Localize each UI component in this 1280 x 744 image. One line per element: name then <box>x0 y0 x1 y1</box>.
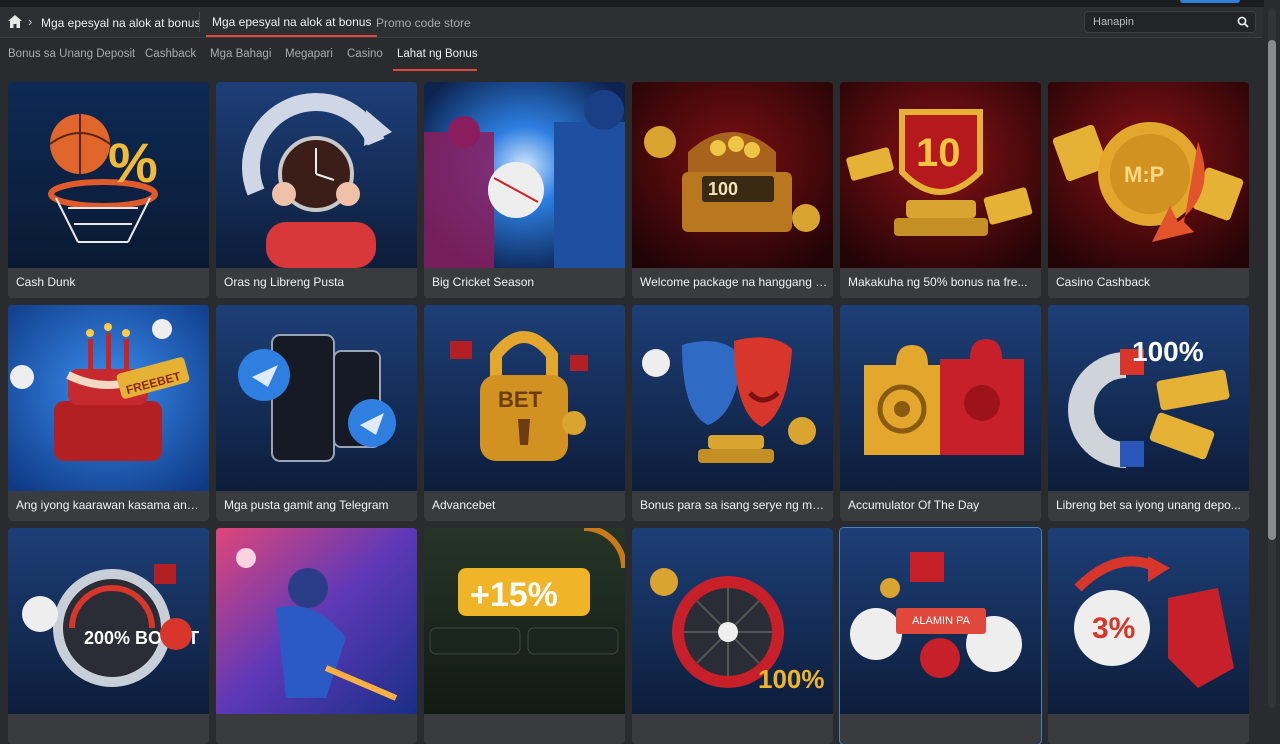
search-icon[interactable] <box>1237 16 1249 28</box>
home-icon[interactable] <box>8 15 22 28</box>
bonus-card-upi-jeton[interactable]: +15% <box>424 528 625 744</box>
tab-cashback[interactable]: Cashback <box>145 48 196 60</box>
tab-casino[interactable]: Casino <box>347 48 383 60</box>
bonus-card-accumulator-of-the-day[interactable]: Accumulator Of The Day <box>840 305 1041 521</box>
tile-text: 3% <box>1092 612 1135 645</box>
bonus-card-goalkeeper[interactable]: 3% <box>1048 528 1249 744</box>
learn-more-button[interactable]: ALAMIN PA <box>896 608 986 634</box>
bonus-card-advancebet[interactable]: BET Advancebet <box>424 305 625 521</box>
tile-text: 100% <box>758 664 825 694</box>
card-title: Big Cricket Season <box>432 275 535 289</box>
bonus-card-wheel[interactable]: 100% <box>632 528 833 744</box>
cricket-player-icon <box>216 528 417 714</box>
bonus-card-cricket-player[interactable] <box>216 528 417 744</box>
tab-first-deposit[interactable]: Bonus sa Unang Deposit <box>8 48 135 60</box>
trophy-icon: 10 <box>840 82 1041 268</box>
bonus-card-50-percent-bonus[interactable]: 10 Makakuha ng 50% bonus na fre... <box>840 82 1041 298</box>
tile-text: % <box>108 131 158 194</box>
bonus-card-welcome-package[interactable]: 100 Welcome package na hanggang 1... <box>632 82 833 298</box>
telegram-phone-icon <box>216 305 417 491</box>
basketball-percent-icon: % <box>8 82 209 268</box>
top-strip <box>0 0 1280 7</box>
puzzle-icon <box>840 305 1041 491</box>
breadcrumb-divider <box>199 12 200 32</box>
bonus-card-free-bet-hour[interactable]: Oras ng Libreng Pusta <box>216 82 417 298</box>
card-title: Mga pusta gamit ang Telegram <box>224 498 389 512</box>
card-title: Bonus para sa isang serye ng mg... <box>640 498 828 512</box>
treasure-chest-icon: 100 <box>632 82 833 268</box>
cricket-icon <box>424 82 625 268</box>
bonus-card-casino-cashback[interactable]: M:P Casino Cashback <box>1048 82 1249 298</box>
magnet-icon: 100% <box>1048 305 1249 491</box>
search-placeholder: Hanapin <box>1093 16 1134 28</box>
tile-text: +15% <box>470 576 558 614</box>
chevron-right-icon: › <box>28 14 33 29</box>
upi-jeton-icon: +15% <box>424 528 625 714</box>
tile-text: 100% <box>1132 336 1204 367</box>
bonus-card-cash-dunk[interactable]: % Cash Dunk <box>8 82 209 298</box>
search-input[interactable]: Hanapin <box>1084 11 1256 33</box>
card-title: Oras ng Libreng Pusta <box>224 275 345 289</box>
theatre-masks-icon <box>632 305 833 491</box>
tile-text: 10 <box>916 131 961 175</box>
bonus-card-big-cricket-season[interactable]: Big Cricket Season <box>424 82 625 298</box>
page-scrollbar[interactable] <box>1264 0 1280 720</box>
coin-icon: M:P <box>1048 82 1249 268</box>
card-title: Advancebet <box>432 498 496 512</box>
bonus-card-series-bets[interactable]: Bonus para sa isang serye ng mg... <box>632 305 833 521</box>
tab-parts[interactable]: Mga Bahagi <box>210 48 271 60</box>
tab-specials[interactable]: Mga epesyal na alok at bonus <box>206 7 378 37</box>
card-title: Cash Dunk <box>16 275 76 289</box>
birthday-cake-icon: FREEBET <box>8 305 209 491</box>
bonus-card-first-deposit-freebet[interactable]: 100% Libreng bet sa iyong unang depo... <box>1048 305 1249 521</box>
card-title: Accumulator Of The Day <box>848 498 980 512</box>
clock-icon <box>216 82 417 268</box>
card-title: Libreng bet sa iyong unang depo... <box>1056 498 1241 512</box>
bonus-card-boost[interactable]: 200% BOOST <box>8 528 209 744</box>
tile-text: BET <box>498 387 543 412</box>
bonus-card-birthday[interactable]: FREEBET Ang iyong kaarawan kasama ang M.… <box>8 305 209 521</box>
scrollbar-thumb[interactable] <box>1268 40 1276 540</box>
breadcrumb-link-specials[interactable]: Mga epesyal na alok at bonus <box>41 16 200 30</box>
wheel-icon: 100% <box>632 528 833 714</box>
bonus-card-football-gift[interactable]: ALAMIN PA <box>839 527 1042 744</box>
card-title: Casino Cashback <box>1056 275 1151 289</box>
top-pill <box>1180 0 1240 3</box>
card-title: Makakuha ng 50% bonus na fre... <box>848 275 1028 289</box>
bonus-card-telegram-bets[interactable]: Mga pusta gamit ang Telegram <box>216 305 417 521</box>
category-tabs: Bonus sa Unang Deposit Cashback Mga Baha… <box>0 38 1262 72</box>
active-tab-indicator <box>393 69 477 71</box>
tab-megapari[interactable]: Megapari <box>285 48 333 60</box>
tab-all-bonuses[interactable]: Lahat ng Bonus <box>397 48 478 60</box>
speedometer-icon: 200% BOOST <box>8 528 209 714</box>
card-title: Welcome package na hanggang 1... <box>640 275 828 289</box>
breadcrumb: › Mga epesyal na alok at bonus Mga epesy… <box>0 7 1262 38</box>
tile-text: M:P <box>1124 162 1164 187</box>
goalkeeper-glove-icon: 3% <box>1048 528 1249 714</box>
tab-promo-code-store[interactable]: Promo code store <box>376 16 471 30</box>
card-title: Ang iyong kaarawan kasama ang M... <box>16 498 204 512</box>
tile-text: 100 <box>708 179 738 199</box>
padlock-icon: BET <box>424 305 625 491</box>
